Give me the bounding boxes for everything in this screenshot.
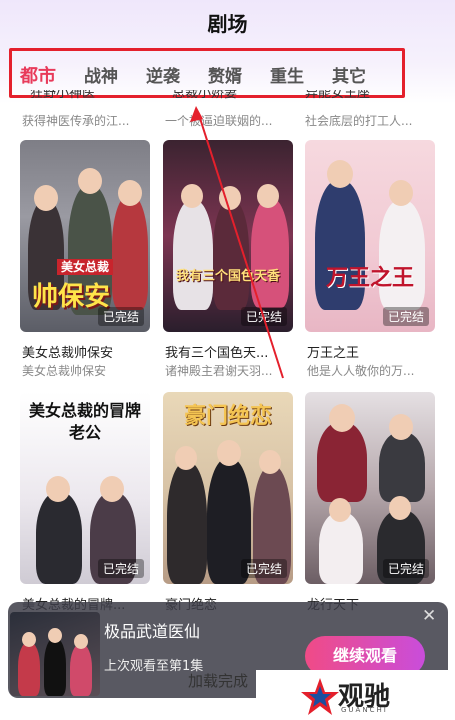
watermark-logo-icon xyxy=(301,678,339,715)
loading-status: 加载完成 xyxy=(188,672,249,690)
watermark-subtext: GUANCHI xyxy=(341,706,388,714)
continue-thumbnail[interactable] xyxy=(10,612,100,696)
continue-title: 极品武道医仙 xyxy=(104,622,201,641)
close-icon[interactable]: ✕ xyxy=(422,606,436,626)
